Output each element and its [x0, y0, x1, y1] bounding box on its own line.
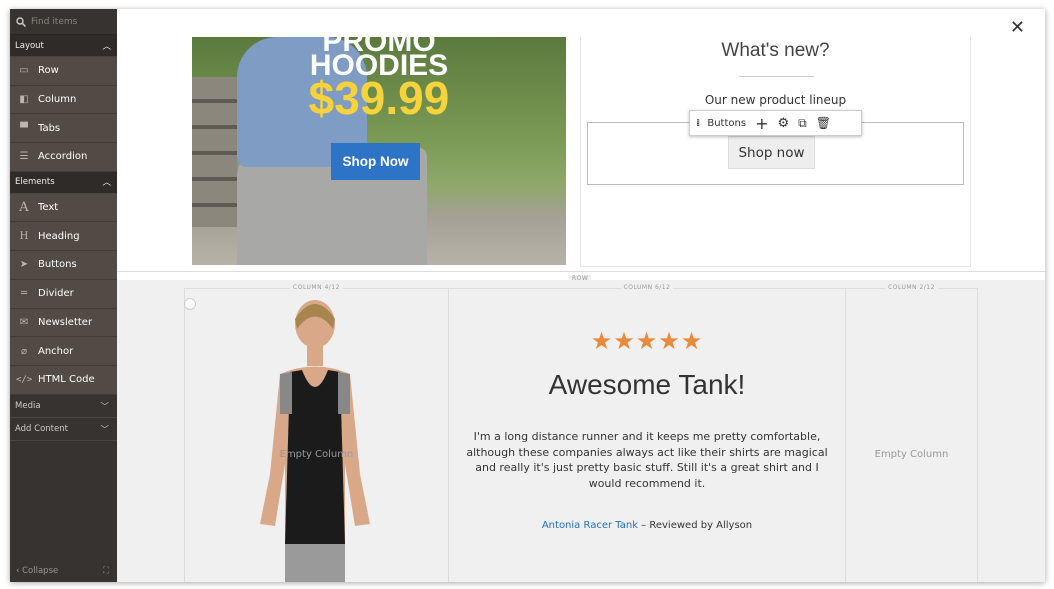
toolbar-label: Buttons	[707, 117, 747, 129]
find-items-search[interactable]: Find items	[10, 9, 117, 35]
group-layout[interactable]: Layout ︿	[10, 35, 117, 57]
item-label: Row	[38, 65, 59, 77]
sidebar-item-tabs[interactable]: ▀ Tabs	[10, 114, 117, 144]
column-6-12[interactable]: COLUMN 6/12 ★★★★★ Awesome Tank! I'm a lo…	[448, 284, 846, 582]
cursor-icon: ➤	[19, 259, 29, 271]
promo-banner: PROMO HOODIES $39.99 Shop Now	[192, 37, 566, 265]
plus-icon[interactable]: +	[755, 114, 768, 133]
anchor-icon: ⌀	[20, 345, 28, 357]
group-media[interactable]: Media ﹀	[10, 394, 117, 418]
chevron-down-icon: ﹀	[100, 401, 109, 412]
item-label: Heading	[38, 230, 80, 242]
reviewed-by: – Reviewed by Allyson	[638, 520, 753, 531]
review-attribution: Antonia Racer Tank – Reviewed by Allyson	[449, 520, 845, 531]
row-icon: ▭	[19, 65, 29, 77]
accordion-icon: ☰	[19, 151, 29, 163]
product-link[interactable]: Antonia Racer Tank	[542, 520, 638, 531]
column-4-12[interactable]: COLUMN 4/12 Empty Column	[184, 284, 449, 582]
column-label: COLUMN 4/12	[185, 284, 448, 291]
item-label: Newsletter	[38, 316, 93, 328]
chevron-up-icon: ︿	[102, 41, 111, 52]
group-label: Elements	[15, 177, 55, 188]
item-label: Divider	[38, 288, 74, 300]
drag-handle-icon[interactable]: ⁞⁞	[696, 118, 701, 129]
group-label: Layout	[15, 40, 44, 51]
sidebar-item-heading[interactable]: H Heading	[10, 222, 117, 252]
item-label: HTML Code	[38, 374, 95, 386]
element-toolbar: ⁞⁞ Buttons + ⚙ ⧉ 🗑	[689, 110, 862, 136]
empty-column-text: Empty Column	[279, 449, 354, 460]
sidebar-item-accordion[interactable]: ☰ Accordion	[10, 143, 117, 172]
review-body: I'm a long distance runner and it keeps …	[466, 430, 828, 490]
item-label: Text	[38, 202, 59, 214]
chevron-up-icon: ︿	[102, 178, 111, 189]
collapse-button[interactable]: ‹ Collapse ⛶	[16, 566, 109, 576]
sidebar-item-row[interactable]: ▭ Row	[10, 57, 117, 86]
duplicate-icon[interactable]: ⧉	[798, 116, 807, 131]
whats-new-subtitle: Our new product lineup	[704, 93, 847, 107]
sidebar-item-column[interactable]: ◧ Column	[10, 85, 117, 115]
fullscreen-icon[interactable]: ⛶	[103, 566, 109, 576]
shop-now-button[interactable]: Shop now	[728, 136, 815, 169]
star-rating: ★★★★★	[590, 327, 704, 355]
divider	[739, 76, 814, 77]
review-title: Awesome Tank!	[548, 369, 746, 400]
item-label: Anchor	[38, 345, 74, 357]
text-icon: A	[19, 200, 29, 216]
sidebar-item-newsletter[interactable]: ✉ Newsletter	[10, 308, 117, 338]
shop-now-button[interactable]: Shop Now	[331, 143, 420, 180]
search-placeholder: Find items	[31, 16, 78, 27]
chevron-down-icon: ﹀	[100, 424, 109, 435]
column-label: COLUMN 2/12	[846, 284, 977, 291]
group-elements[interactable]: Elements ︿	[10, 171, 117, 194]
sidebar-item-anchor[interactable]: ⌀ Anchor	[10, 337, 117, 366]
search-icon	[16, 16, 26, 27]
divider-icon: ═	[20, 288, 28, 300]
item-label: Accordion	[38, 151, 88, 163]
page-builder-window: Find items Layout ︿ ▭ Row ◧ Column ▀ Tabs ☰ A…	[10, 9, 1045, 582]
sidebar-item-html-code[interactable]: </> HTML Code	[10, 365, 117, 395]
sidebar-item-buttons[interactable]: ➤ Buttons	[10, 251, 117, 280]
item-label: Tabs	[38, 122, 61, 134]
code-icon: </>	[16, 374, 33, 385]
group-label: Add Content	[15, 423, 68, 434]
column-icon: ◧	[19, 94, 29, 106]
group-label: Media	[15, 400, 41, 411]
column-2-12[interactable]: COLUMN 2/12 Empty Column	[845, 284, 978, 582]
envelope-icon: ✉	[19, 316, 29, 328]
row-label: ROW	[569, 275, 592, 282]
sidebar-item-text[interactable]: A Text	[10, 193, 117, 223]
whats-new-column: What's new? Our new product lineup Shop …	[580, 37, 971, 267]
column-label: COLUMN 6/12	[449, 284, 845, 291]
promo-price: $39.99	[308, 72, 450, 124]
woman-image	[260, 300, 370, 582]
resize-handle[interactable]	[184, 298, 196, 310]
gear-icon[interactable]: ⚙	[777, 116, 789, 131]
item-label: Column	[38, 94, 77, 106]
heading-icon: H	[19, 230, 29, 242]
sidebar-item-divider[interactable]: ═ Divider	[10, 279, 117, 309]
row-container: ROW COLUMN 4/12 Empty Column COLUMN 6/12…	[117, 275, 1045, 582]
collapse-label: Collapse	[22, 566, 59, 576]
empty-column-text: Empty Column	[874, 449, 949, 460]
whats-new-heading: What's new?	[721, 40, 830, 61]
item-label: Buttons	[38, 259, 77, 271]
sidebar: Find items Layout ︿ ▭ Row ◧ Column ▀ Tabs ☰ A…	[10, 9, 117, 582]
trash-icon[interactable]: 🗑	[816, 116, 831, 130]
group-add-content[interactable]: Add Content ﹀	[10, 417, 117, 441]
tabs-icon: ▀	[20, 122, 28, 134]
